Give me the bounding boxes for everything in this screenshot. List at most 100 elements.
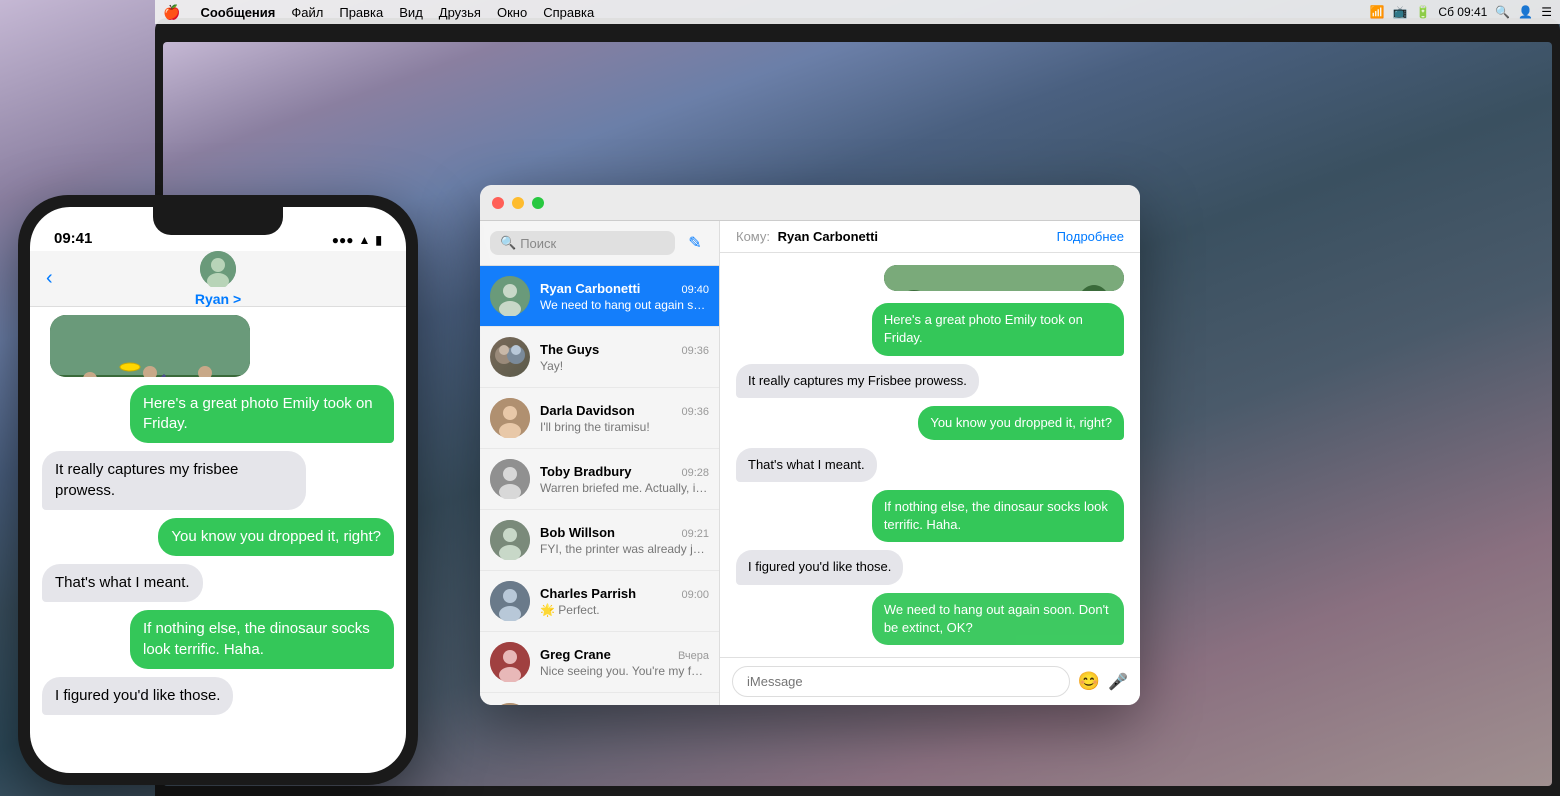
- chat-bubble-photo-caption: Here's a great photo Emily took on Frida…: [872, 303, 1124, 355]
- conv-preview-charles: 🌟 Perfect.: [540, 603, 709, 617]
- phone-contact-info: Ryan >: [195, 251, 241, 307]
- phone-bubble-socks: If nothing else, the dinosaur socks look…: [130, 610, 394, 669]
- phone-notch: [153, 207, 283, 235]
- minimize-button[interactable]: [512, 197, 524, 209]
- conv-name-row-ryan: Ryan Carbonetti 09:40: [540, 281, 709, 296]
- conv-name-bob: Bob Willson: [540, 525, 615, 540]
- conv-time-darla: 09:36: [681, 406, 709, 418]
- conv-info-greg: Greg Crane Вчера Nice seeing you. You're…: [540, 647, 709, 678]
- conversation-item-charles[interactable]: Charles Parrish 09:00 🌟 Perfect.: [480, 571, 719, 632]
- menubar-view[interactable]: Вид: [399, 5, 423, 20]
- phone-chat-area: Here's a great photo Emily took on Frida…: [30, 307, 406, 723]
- conv-avatar-jeanne: [490, 703, 530, 705]
- menubar-right: 📶 📺 🔋 Сб 09:41 🔍 👤 ☰: [1370, 5, 1552, 19]
- conv-name-ryan: Ryan Carbonetti: [540, 281, 640, 296]
- menubar-edit[interactable]: Правка: [339, 5, 383, 20]
- conversation-item-greg[interactable]: Greg Crane Вчера Nice seeing you. You're…: [480, 632, 719, 693]
- menubar-file[interactable]: Файл: [291, 5, 323, 20]
- compose-button[interactable]: ✎: [681, 229, 709, 257]
- search-input-box[interactable]: 🔍 Поиск: [490, 231, 675, 255]
- chat-bubble-frisbee-prowess: It really captures my Frisbee prowess.: [736, 364, 979, 398]
- conv-time-toby: 09:28: [681, 467, 709, 479]
- chat-to-section: Кому: Ryan Carbonetti: [736, 229, 878, 244]
- sidebar: 🔍 Поиск ✎: [480, 221, 720, 705]
- menubar-help[interactable]: Справка: [543, 5, 594, 20]
- conv-name-toby: Toby Bradbury: [540, 464, 632, 479]
- audio-button[interactable]: 🎤: [1108, 672, 1128, 692]
- phone-time: 09:41: [54, 230, 92, 247]
- conversation-item-toby[interactable]: Toby Bradbury 09:28 Warren briefed me. A…: [480, 449, 719, 510]
- phone-signal-icon: ●●●: [332, 233, 354, 247]
- chat-frisbee-image[interactable]: [884, 265, 1124, 291]
- battery-menubar-icon: 🔋: [1415, 5, 1430, 19]
- search-icon: 🔍: [500, 235, 516, 251]
- messages-window: 🔍 Поиск ✎: [480, 185, 1140, 705]
- conv-preview-toby: Warren briefed me. Actually, it wasn't t…: [540, 481, 709, 495]
- conversation-item-darla[interactable]: Darla Davidson 09:36 I'll bring the tira…: [480, 388, 719, 449]
- chat-bubble-thats-what: That's what I meant.: [736, 448, 877, 482]
- chat-input-bar: 😊 🎤: [720, 657, 1140, 705]
- chat-details-button[interactable]: Подробнее: [1057, 229, 1124, 244]
- conv-preview-darla: I'll bring the tiramisu!: [540, 420, 709, 434]
- conversation-item-bob[interactable]: Bob Willson 09:21 FYI, the printer was a…: [480, 510, 719, 571]
- conv-avatar-charles: [490, 581, 530, 621]
- search-menubar-icon[interactable]: 🔍: [1495, 5, 1510, 19]
- phone-bubble-meant: That's what I meant.: [42, 564, 203, 602]
- chat-to-label: Кому:: [736, 229, 770, 244]
- phone-contact-name[interactable]: Ryan >: [195, 291, 241, 307]
- chat-recipient: Ryan Carbonetti: [778, 229, 878, 244]
- conv-info-toby: Toby Bradbury 09:28 Warren briefed me. A…: [540, 464, 709, 495]
- phone-messages-header: ‹ Ryan >: [30, 251, 406, 307]
- list-menubar-icon[interactable]: ☰: [1541, 5, 1552, 19]
- conv-name-guys: The Guys: [540, 342, 599, 357]
- conversation-list: Ryan Carbonetti 09:40 We need to hang ou…: [480, 266, 719, 705]
- chat-bubble-dropped-it: You know you dropped it, right?: [918, 406, 1124, 440]
- user-menubar-icon[interactable]: 👤: [1518, 5, 1533, 19]
- conv-name-charles: Charles Parrish: [540, 586, 636, 601]
- conv-preview-greg: Nice seeing you. You're my favorite pers…: [540, 664, 709, 678]
- conv-avatar-bob: [490, 520, 530, 560]
- conversation-item-guys[interactable]: The Guys 09:36 Yay!: [480, 327, 719, 388]
- menubar-clock: Сб 09:41: [1438, 5, 1487, 19]
- menubar-buddies[interactable]: Друзья: [439, 5, 481, 20]
- chat-messages: Here's a great photo Emily took on Frida…: [720, 253, 1140, 657]
- maximize-button[interactable]: [532, 197, 544, 209]
- conv-avatar-guys: [490, 337, 530, 377]
- conv-avatar-ryan: [490, 276, 530, 316]
- conv-avatar-toby: [490, 459, 530, 499]
- conv-info-guys: The Guys 09:36 Yay!: [540, 342, 709, 373]
- chat-bubble-dino-socks: If nothing else, the dinosaur socks look…: [872, 490, 1124, 542]
- sidebar-search-bar: 🔍 Поиск ✎: [480, 221, 719, 266]
- conv-time-bob: 09:21: [681, 528, 709, 540]
- imessage-input[interactable]: [732, 666, 1070, 697]
- menubar-app-name[interactable]: Сообщения: [200, 5, 275, 20]
- conversation-item-jeanne[interactable]: Jeanne Fox Вчера Every meal I've had tod…: [480, 693, 719, 705]
- close-button[interactable]: [492, 197, 504, 209]
- conversation-item-ryan[interactable]: Ryan Carbonetti 09:40 We need to hang ou…: [480, 266, 719, 327]
- chat-area: Кому: Ryan Carbonetti Подробнее: [720, 221, 1140, 705]
- conv-preview-bob: FYI, the printer was already jammed when…: [540, 542, 709, 556]
- emoji-button[interactable]: 😊: [1078, 671, 1100, 692]
- conv-time-ryan: 09:40: [681, 284, 709, 296]
- phone-frisbee-image[interactable]: [50, 315, 250, 377]
- menubar: 🍎 Сообщения Файл Правка Вид Друзья Окно …: [155, 0, 1560, 24]
- menubar-window[interactable]: Окно: [497, 5, 527, 20]
- phone-status-icons: ●●● ▲ ▮: [332, 233, 382, 247]
- conv-info-bob: Bob Willson 09:21 FYI, the printer was a…: [540, 525, 709, 556]
- airplay-menubar-icon: 📺: [1393, 5, 1408, 19]
- phone-bubble-dropped: You know you dropped it, right?: [158, 518, 394, 556]
- phone-bubble-like: I figured you'd like those.: [42, 677, 233, 715]
- conv-info-charles: Charles Parrish 09:00 🌟 Perfect.: [540, 586, 709, 617]
- conv-name-darla: Darla Davidson: [540, 403, 635, 418]
- window-body: 🔍 Поиск ✎: [480, 221, 1140, 705]
- apple-menu-icon[interactable]: 🍎: [163, 4, 180, 21]
- phone-back-button[interactable]: ‹: [46, 267, 53, 290]
- phone-bubble-frisbee: It really captures my frisbee prowess.: [42, 451, 306, 510]
- phone-frame: 09:41 ●●● ▲ ▮ ‹ Ryan >: [18, 195, 418, 785]
- chat-header: Кому: Ryan Carbonetti Подробнее: [720, 221, 1140, 253]
- conv-name-greg: Greg Crane: [540, 647, 611, 662]
- conv-info-ryan: Ryan Carbonetti 09:40 We need to hang ou…: [540, 281, 709, 312]
- conv-info-darla: Darla Davidson 09:36 I'll bring the tira…: [540, 403, 709, 434]
- phone-bubble-photo-caption: Here's a great photo Emily took on Frida…: [130, 385, 394, 444]
- conv-preview-ryan: We need to hang out again soon. Don't be…: [540, 298, 709, 312]
